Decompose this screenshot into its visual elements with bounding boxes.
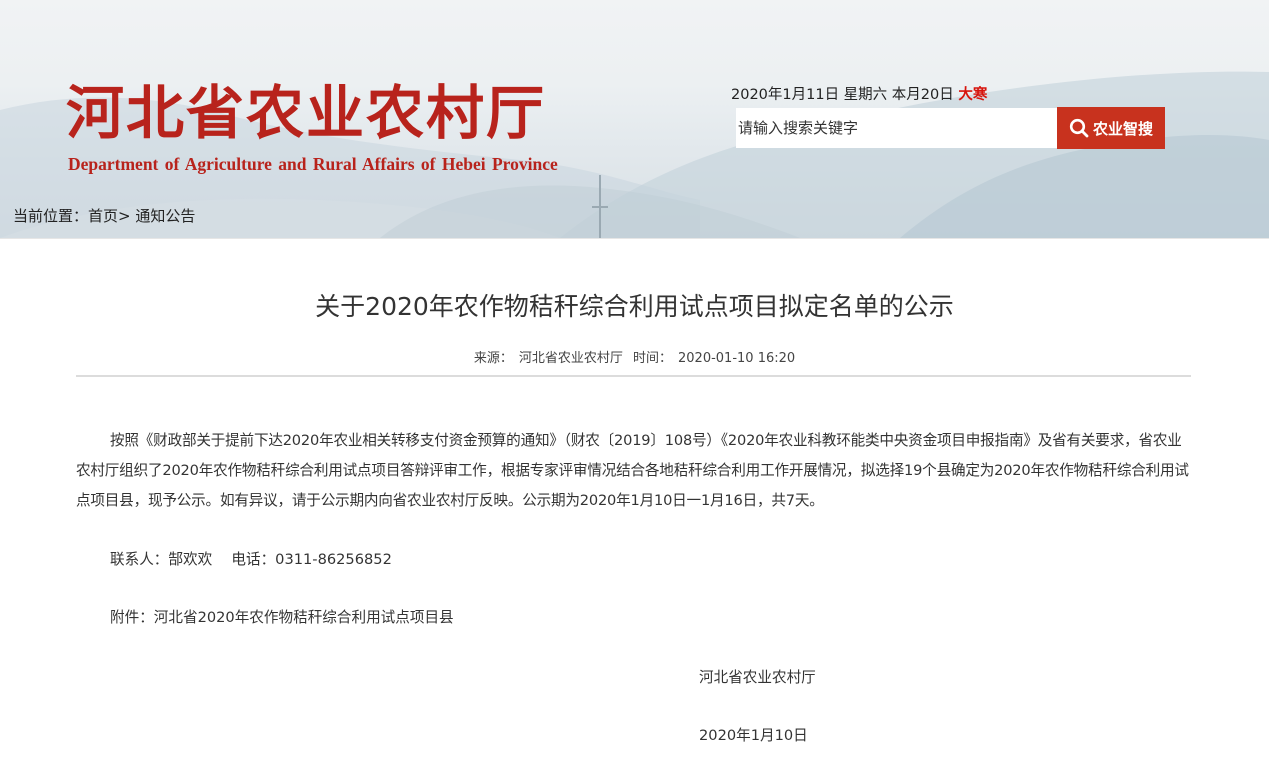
site-logo-chinese[interactable]: 河北省农业农村厅 [66,78,546,148]
search-button-label: 农业智搜 [1092,119,1153,138]
article-title: 关于2020年农作物秸秆综合利用试点项目拟定名单的公示 [315,292,954,321]
breadcrumb-home-link[interactable]: 首页 [88,207,118,225]
signature-date: 2020年1月10日 [699,727,808,744]
attachment-label: 附件： [110,609,154,626]
attachment-line: 附件：河北省2020年农作物秸秆综合利用试点项目县 [110,606,454,627]
time-value: 2020-01-10 16:20 [678,351,796,366]
date-display: 2020年1月11日 星期六 本月20日 大寒 [731,83,987,104]
source-label: 来源： [473,351,513,366]
article-container: 关于2020年农作物秸秆综合利用试点项目拟定名单的公示 来源： 河北省农业农村厅 … [0,238,1269,763]
breadcrumb-current-link[interactable]: 通知公告 [135,207,195,225]
breadcrumb-prefix: 当前位置： [13,207,89,225]
title-divider [76,375,1191,377]
site-logo-english: Department of Agriculture and Rural Affa… [68,154,558,174]
date-text: 2020年1月11日 星期六 本月20日 [731,87,954,103]
solar-term: 大寒 [958,87,988,103]
source-value: 河北省农业农村厅 [518,351,623,366]
search-input[interactable] [736,108,1057,148]
breadcrumb-separator: > [118,207,131,225]
time-label: 时间： [633,351,673,366]
breadcrumb: 当前位置：首页> 通知公告 [13,205,195,226]
article-meta: 来源： 河北省农业农村厅 时间： 2020-01-10 16:20 [0,347,1269,366]
signature-org: 河北省农业农村厅 [699,669,816,686]
site-header: 河北省农业农村厅 Department of Agriculture and R… [0,0,1269,238]
search-icon [1069,118,1089,138]
search-button[interactable]: 农业智搜 [1057,107,1165,149]
contact-line: 联系人：郜欢欢 电话：0311-86256852 [110,551,392,568]
article-body-paragraph: 按照《财政部关于提前下达2020年农业相关转移支付资金预算的通知》（财农〔201… [76,432,1189,509]
attachment-name: 河北省2020年农作物秸秆综合利用试点项目县 [153,609,454,626]
